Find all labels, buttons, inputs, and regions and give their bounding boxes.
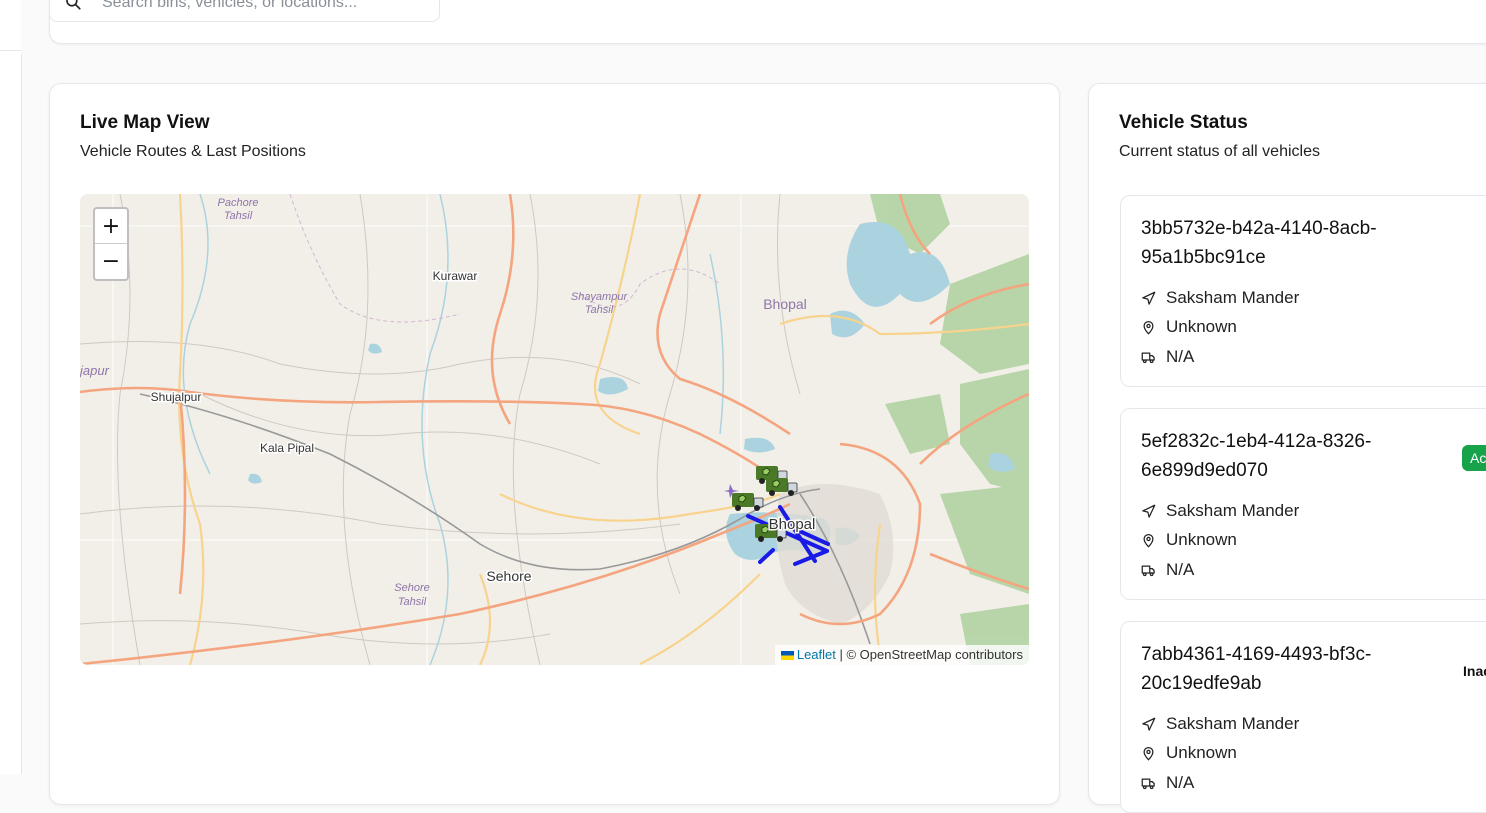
label-shyampur: Shayampur <box>571 291 629 303</box>
zoom-in-button[interactable]: + <box>95 209 127 244</box>
vehicle-type-text: N/A <box>1166 347 1195 366</box>
label-sehore-tahsil: Sehore <box>394 582 429 594</box>
map-card-subtitle: Vehicle Routes & Last Positions <box>80 143 306 160</box>
location-text: Unknown <box>1166 743 1237 762</box>
map-pin-icon <box>1143 533 1154 548</box>
label-bhopal-district: Bhopal <box>763 296 807 312</box>
vehicle-id: 7abb4361-4169-4493-bf3c- 20c19edfe9ab <box>1141 644 1372 694</box>
svg-text:Tahsil: Tahsil <box>585 304 614 316</box>
location-text: Unknown <box>1166 317 1237 336</box>
navigation-icon <box>1142 291 1156 305</box>
vehicle-id: 5ef2832c-1eb4-412a-8326- 6e899d9ed070 <box>1141 431 1372 481</box>
vehicle-status-card: Vehicle Status Current status of all veh… <box>1088 83 1486 813</box>
driver-name: Saksham Mander <box>1166 501 1300 520</box>
map-pin-icon <box>1143 746 1154 761</box>
location-row: Unknown <box>1141 530 1237 550</box>
label-bhopal-city: Bhopal <box>769 516 816 533</box>
vehicle-item[interactable]: 5ef2832c-1eb4-412a-8326- 6e899d9ed070 Ac … <box>1120 408 1486 600</box>
svg-text:Tahsil: Tahsil <box>224 210 253 222</box>
vehicle-id: 3bb5732e-b42a-4140-8acb- 95a1b5bc91ce <box>1141 218 1377 268</box>
zoom-control: + − <box>93 207 129 281</box>
map-pin-icon <box>1143 320 1154 335</box>
truck-icon <box>1141 352 1155 363</box>
label-sehore: Sehore <box>486 568 531 584</box>
driver-name: Saksham Mander <box>1166 288 1300 307</box>
status-card-title: Vehicle Status <box>1119 112 1248 133</box>
map-card-title: Live Map View <box>80 112 210 133</box>
truck-icon <box>1141 565 1155 576</box>
label-kurawar: Kurawar <box>433 269 478 283</box>
svg-text:Tahsil: Tahsil <box>398 596 427 608</box>
search-box[interactable] <box>49 0 440 22</box>
map-attribution: Leaflet | © OpenStreetMap contributors <box>774 645 1029 665</box>
vehicle-type-row: N/A <box>1141 560 1194 580</box>
location-row: Unknown <box>1141 743 1237 763</box>
driver-row: Saksham Mander <box>1141 288 1299 308</box>
location-text: Unknown <box>1166 530 1237 549</box>
vehicle-type-text: N/A <box>1166 560 1195 579</box>
vehicle-type-row: N/A <box>1141 347 1194 367</box>
location-row: Unknown <box>1141 317 1237 337</box>
status-badge-active: Ac <box>1462 445 1486 471</box>
status-card-subtitle: Current status of all vehicles <box>1119 143 1320 160</box>
driver-name: Saksham Mander <box>1166 714 1300 733</box>
ukraine-flag-icon <box>780 651 794 660</box>
label-shujalpur: Shujalpur <box>151 390 202 404</box>
sidebar-divider <box>0 50 21 51</box>
vehicle-item[interactable]: 3bb5732e-b42a-4140-8acb- 95a1b5bc91ce Sak… <box>1120 195 1486 387</box>
label-japur: japur <box>80 363 110 378</box>
label-pachore: Pachore <box>218 197 259 209</box>
truck-icon <box>1141 778 1155 789</box>
map-view[interactable]: Pachore Tahsil Kurawar Shayampur Tahsil … <box>80 194 1029 665</box>
driver-row: Saksham Mander <box>1141 501 1299 521</box>
status-badge-inactive: Inac <box>1463 663 1486 679</box>
live-map-card: Live Map View Vehicle Routes & Last Posi… <box>49 83 1060 805</box>
label-kala-pipal: Kala Pipal <box>260 441 314 455</box>
search-icon <box>66 0 81 10</box>
navigation-icon <box>1142 504 1156 518</box>
map-tiles[interactable]: Pachore Tahsil Kurawar Shayampur Tahsil … <box>80 194 1029 665</box>
navigation-icon <box>1142 717 1156 731</box>
vehicle-type-row: N/A <box>1141 773 1194 793</box>
vehicle-type-text: N/A <box>1166 773 1195 792</box>
zoom-out-button[interactable]: − <box>95 244 127 279</box>
sidebar-rail <box>0 0 22 774</box>
search-input[interactable] <box>100 0 424 15</box>
leaflet-link[interactable]: Leaflet <box>797 647 836 662</box>
vehicle-item[interactable]: 7abb4361-4169-4493-bf3c- 20c19edfe9ab Ina… <box>1120 621 1486 813</box>
driver-row: Saksham Mander <box>1141 714 1299 734</box>
osm-credit: | © OpenStreetMap contributors <box>835 647 1024 662</box>
